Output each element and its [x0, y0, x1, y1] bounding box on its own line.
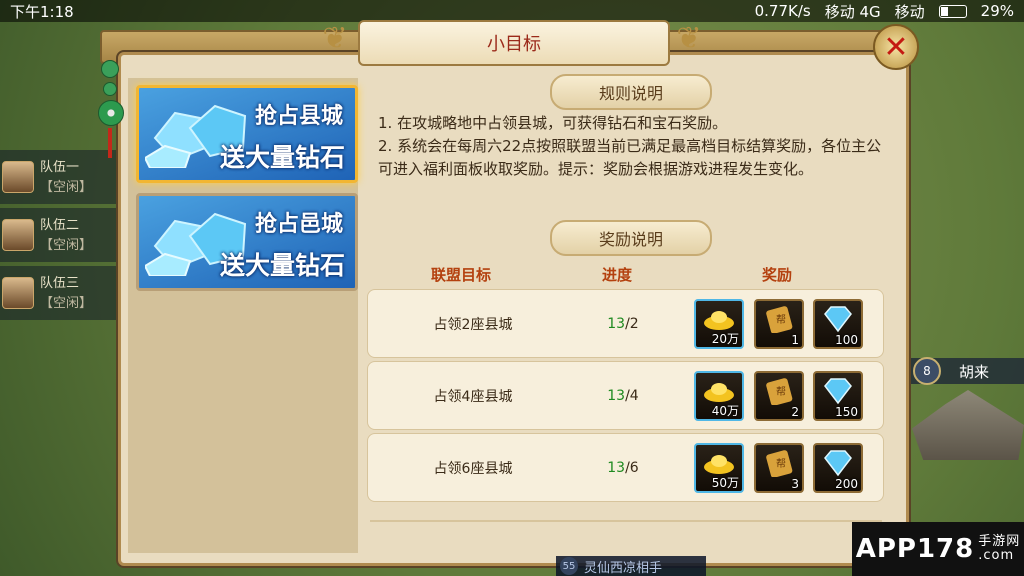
- close-button[interactable]: ✕: [873, 24, 919, 70]
- progress-target: /2: [625, 315, 639, 332]
- rule-item-2: 2. 系统会在每周六22点按照联盟当前已满足最高档目标结算奖励，各位主公可进入福…: [378, 137, 882, 178]
- reward-row: 占领6座县城 13/6 50万 帮 3 200: [367, 433, 884, 502]
- progress-target: /4: [625, 387, 639, 404]
- squad-name: 队伍一: [40, 159, 80, 175]
- tab-county-city[interactable]: 抢占县城 送大量钻石: [136, 85, 358, 183]
- column-header-reward: 奖励: [762, 266, 793, 284]
- status-time: 下午1:18: [10, 2, 74, 21]
- scroll-icon: 帮: [766, 306, 793, 333]
- avatar: [2, 277, 34, 309]
- item-quantity: 50万: [711, 476, 739, 490]
- scroll-icon: 帮: [766, 378, 793, 405]
- item-quantity: 40万: [711, 404, 739, 418]
- squad-item-3[interactable]: 队伍三 【空闲】: [0, 266, 128, 320]
- column-header-goal: 联盟目标: [431, 266, 492, 284]
- divider: [370, 520, 882, 522]
- bottom-text: 灵仙西凉相手: [584, 560, 663, 576]
- reward-item-gold[interactable]: 50万: [694, 443, 744, 493]
- battery-icon: [938, 4, 967, 18]
- network-speed: 0.77K/s: [754, 2, 811, 20]
- squad-state: 【空闲】: [40, 295, 93, 311]
- goal-text: 占领6座县城: [433, 460, 513, 477]
- bottom-map-label[interactable]: 55 灵仙西凉相手: [556, 556, 706, 576]
- item-quantity: 3: [791, 477, 799, 491]
- cloud-ornament-icon: ❦: [322, 21, 348, 56]
- bottom-level: 55: [560, 557, 578, 575]
- item-quantity: 1: [791, 333, 799, 347]
- reward-item-diamond[interactable]: 150: [813, 371, 863, 421]
- progress-current: 13: [607, 315, 626, 332]
- reward-item-diamond[interactable]: 200: [813, 443, 863, 493]
- tab-subtitle: 送大量钻石: [219, 251, 345, 280]
- dialog-title: 小目标: [358, 20, 670, 66]
- svg-text:帮: 帮: [776, 386, 786, 398]
- svg-text:帮: 帮: [776, 458, 786, 470]
- reward-item-gold[interactable]: 40万: [694, 371, 744, 421]
- rules-header: 规则说明: [550, 74, 712, 110]
- reward-row: 占领4座县城 13/4 40万 帮 2 150: [367, 361, 884, 430]
- jade-pendant-icon: [98, 60, 124, 160]
- progress-target: /6: [625, 459, 639, 476]
- status-bar: 下午1:18 0.77K/s 移动 4G 移动 29%: [0, 0, 1024, 22]
- svg-text:帮: 帮: [776, 314, 786, 326]
- reward-item-scroll[interactable]: 帮 2: [754, 371, 804, 421]
- carrier-secondary: 移动: [894, 2, 925, 21]
- squad-state: 【空闲】: [40, 179, 93, 195]
- gold-ingot-icon: [704, 455, 734, 474]
- squad-name: 队伍二: [40, 217, 80, 233]
- watermark-logo: APP178 手游网 .com: [852, 522, 1024, 576]
- goal-text: 占领4座县城: [433, 388, 513, 405]
- tab-title: 抢占县城: [254, 104, 343, 129]
- progress-current: 13: [607, 459, 626, 476]
- reward-item-scroll[interactable]: 帮 1: [754, 299, 804, 349]
- close-x-icon: ✕: [883, 29, 909, 65]
- item-quantity: 200: [835, 477, 858, 491]
- reward-item-scroll[interactable]: 帮 3: [754, 443, 804, 493]
- reward-item-diamond[interactable]: 100: [813, 299, 863, 349]
- diamond-icon: [824, 378, 852, 405]
- gold-ingot-icon: [704, 311, 734, 330]
- avatar: [2, 219, 34, 251]
- squad-list: 队伍一 【空闲】 队伍二 【空闲】 队伍三 【空闲】: [0, 150, 128, 324]
- rewards-header: 奖励说明: [550, 220, 712, 256]
- squad-item-2[interactable]: 队伍二 【空闲】: [0, 208, 128, 262]
- column-header-progress: 进度: [602, 266, 633, 284]
- goal-text: 占领2座县城: [433, 316, 513, 333]
- item-quantity: 2: [791, 405, 799, 419]
- carrier-primary: 移动 4G: [824, 2, 881, 21]
- tab-subtitle: 送大量钻石: [219, 143, 345, 172]
- gold-ingot-icon: [704, 383, 734, 402]
- reward-item-gold[interactable]: 20万: [694, 299, 744, 349]
- diamond-icon: [824, 450, 852, 477]
- cloud-ornament-icon: ❦: [676, 21, 702, 56]
- item-quantity: 100: [835, 333, 858, 347]
- item-quantity: 150: [835, 405, 858, 419]
- rules-header-text: 规则说明: [598, 84, 663, 103]
- progress-text: 13/2: [568, 290, 678, 357]
- rule-item-1: 1. 在攻城略地中占领县城，可获得钻石和宝石奖励。: [378, 114, 728, 132]
- battery-percent: 29%: [980, 2, 1014, 20]
- city-level: 8: [913, 357, 941, 385]
- rules-text: 1. 在攻城略地中占领县城，可获得钻石和宝石奖励。 2. 系统会在每周六22点按…: [378, 112, 888, 181]
- avatar: [2, 161, 34, 193]
- rewards-header-text: 奖励说明: [598, 230, 663, 249]
- progress-text: 13/4: [568, 362, 678, 429]
- city-badge[interactable]: 8 胡来: [905, 357, 1024, 385]
- item-quantity: 20万: [711, 332, 739, 346]
- scroll-icon: 帮: [766, 450, 793, 477]
- castle-icon[interactable]: [912, 390, 1024, 460]
- reward-row: 占领2座县城 13/2 20万 帮 1 100: [367, 289, 884, 358]
- watermark-main: APP178: [855, 534, 975, 564]
- squad-name: 队伍三: [40, 275, 80, 291]
- tab-title: 抢占邑城: [254, 212, 343, 237]
- progress-text: 13/6: [568, 434, 678, 501]
- squad-state: 【空闲】: [40, 237, 93, 253]
- diamond-icon: [824, 306, 852, 333]
- tab-town-city[interactable]: 抢占邑城 送大量钻石: [136, 193, 358, 291]
- progress-current: 13: [607, 387, 626, 404]
- city-name: 胡来: [959, 362, 990, 381]
- dialog-title-text: 小目标: [487, 34, 541, 55]
- watermark-sub: 手游网 .com: [978, 534, 1021, 563]
